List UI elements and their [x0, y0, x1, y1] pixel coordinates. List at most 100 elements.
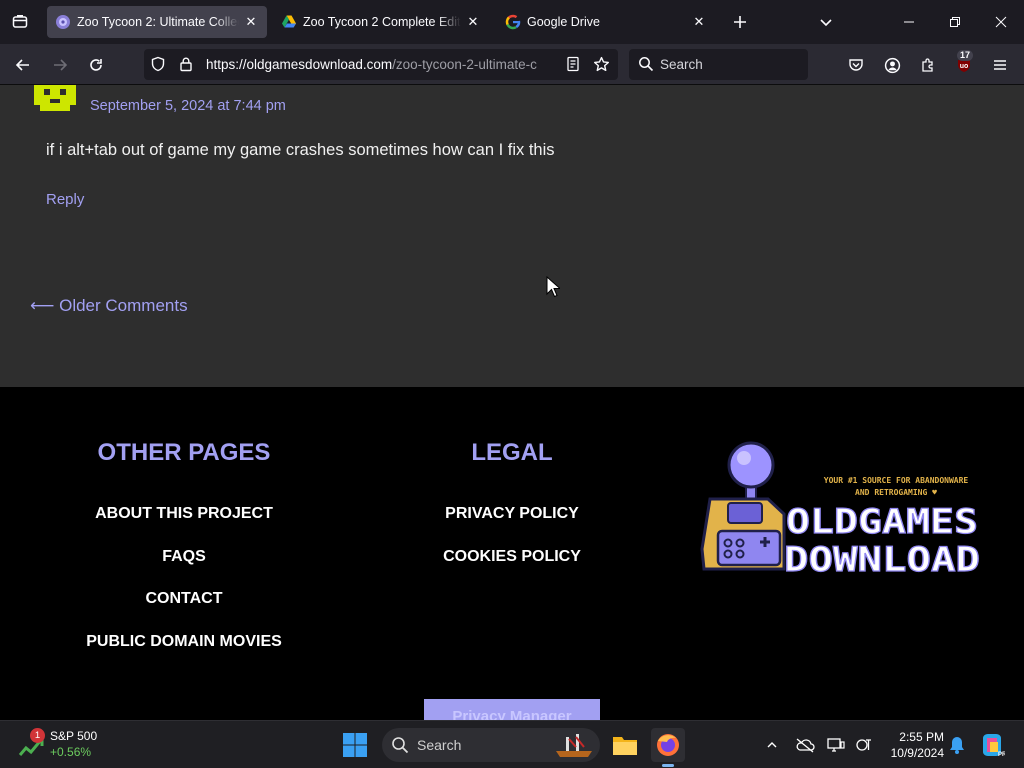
other-pages-heading: OTHER PAGES	[97, 439, 271, 466]
pocket-icon	[849, 59, 863, 71]
comment-body: if i alt+tab out of game my game crashes…	[46, 141, 555, 159]
about-link[interactable]: ABOUT THIS PROJECT	[34, 505, 334, 523]
search-icon	[391, 736, 409, 759]
new-tab-button[interactable]	[728, 10, 752, 34]
tab-google-drive[interactable]: Google Drive ✕	[497, 6, 715, 38]
mouse-cursor-icon	[546, 275, 562, 303]
windows-taskbar: 1 S&P 500 +0.56% Search 2:55 PM 10/9/202…	[0, 720, 1024, 768]
url-path: /zoo-tycoon-2-ultimate-c	[392, 57, 537, 72]
search-highlight-icon	[552, 731, 596, 759]
close-tab-icon[interactable]: ✕	[465, 14, 481, 30]
tab-title: Google Drive	[527, 15, 600, 29]
clock-date: 10/9/2024	[890, 746, 944, 760]
chevron-down-icon	[820, 19, 832, 27]
google-drive-icon	[281, 14, 297, 30]
site-footer: OTHER PAGES ABOUT THIS PROJECT FAQS CONT…	[0, 387, 1024, 720]
close-tab-icon[interactable]: ✕	[691, 14, 707, 30]
reader-view-icon[interactable]	[565, 56, 581, 77]
reply-link[interactable]: Reply	[46, 191, 84, 208]
logo-word-download: DOWNLOAD	[784, 540, 980, 580]
address-bar[interactable]: https://oldgamesdownload.com/zoo-tycoon-…	[144, 49, 618, 80]
url-text[interactable]: https://oldgamesdownload.com/zoo-tycoon-…	[206, 57, 562, 72]
logo-word-oldgames: OLDGAMES	[786, 502, 978, 542]
close-window-button[interactable]	[987, 8, 1015, 36]
firefox-view-icon	[12, 15, 28, 28]
svg-text:PRE: PRE	[998, 752, 1005, 758]
start-button[interactable]	[341, 731, 369, 759]
firefox-icon	[657, 734, 679, 756]
taskbar-search-box[interactable]: Search	[382, 728, 600, 762]
onedrive-icon[interactable]	[793, 733, 817, 757]
navigation-toolbar: https://oldgamesdownload.com/zoo-tycoon-…	[0, 44, 1024, 85]
forward-button[interactable]	[47, 52, 73, 78]
file-explorer-button[interactable]	[608, 728, 642, 762]
reload-button[interactable]	[83, 52, 109, 78]
tab-strip: Zoo Tycoon 2: Ultimate Collect ✕ Zoo Tyc…	[0, 0, 1024, 44]
logo-tagline-line1: YOUR #1 SOURCE FOR ABANDONWARE	[824, 476, 969, 485]
oldgames-icon	[55, 14, 71, 30]
display-icon[interactable]	[824, 733, 848, 757]
list-all-tabs-button[interactable]	[814, 10, 838, 34]
restore-icon	[950, 17, 960, 27]
cookies-policy-link[interactable]: COOKIES POLICY	[362, 548, 662, 566]
pocket-button[interactable]	[843, 52, 869, 78]
tab-zoo-tycoon-ultimate[interactable]: Zoo Tycoon 2: Ultimate Collect ✕	[47, 6, 267, 38]
older-comments-link[interactable]: ⟵ Older Comments	[30, 296, 188, 316]
search-bar[interactable]: Search	[629, 49, 808, 80]
windows-logo-icon	[343, 733, 367, 757]
puzzle-icon	[922, 58, 933, 72]
lock-icon[interactable]	[178, 56, 194, 77]
close-tab-icon[interactable]: ✕	[243, 14, 259, 30]
close-icon	[995, 16, 1007, 28]
arrow-left-icon	[15, 59, 29, 71]
privacy-policy-link[interactable]: PRIVACY POLICY	[362, 505, 662, 523]
tab-title: Zoo Tycoon 2 Complete Edition	[303, 15, 461, 29]
arrow-right-icon	[54, 59, 68, 71]
oldgamesdownload-logo[interactable]: YOUR #1 SOURCE FOR ABANDONWARE AND RETRO…	[698, 439, 988, 581]
copilot-icon[interactable]: PRE	[978, 731, 1006, 759]
comment-date-link[interactable]: September 5, 2024 at 7:44 pm	[90, 98, 286, 114]
plus-icon	[734, 16, 746, 28]
active-app-indicator	[662, 764, 674, 767]
bookmark-star-icon[interactable]	[593, 56, 610, 78]
reload-icon	[90, 59, 102, 71]
taskbar-search-placeholder: Search	[417, 737, 462, 753]
tab-title: Zoo Tycoon 2: Ultimate Collect	[77, 15, 239, 29]
public-domain-movies-link[interactable]: PUBLIC DOMAIN MOVIES	[34, 633, 334, 651]
account-button[interactable]	[879, 52, 905, 78]
account-icon	[884, 57, 900, 73]
commenter-avatar	[34, 85, 76, 111]
tab-zoo-tycoon-complete[interactable]: Zoo Tycoon 2 Complete Edition ✕	[273, 6, 489, 38]
search-placeholder: Search	[660, 57, 703, 72]
app-menu-button[interactable]	[987, 52, 1013, 78]
tracking-protection-shield-icon[interactable]	[150, 56, 166, 77]
restore-button[interactable]	[941, 8, 969, 36]
system-clock[interactable]: 2:55 PM 10/9/2024	[884, 729, 944, 761]
minimize-icon	[904, 21, 914, 23]
show-hidden-icons-button[interactable]	[760, 733, 784, 757]
chevron-up-icon	[767, 742, 777, 748]
legal-heading: LEGAL	[471, 439, 553, 466]
hamburger-menu-icon	[994, 60, 1006, 70]
widget-stock-name: S&P 500	[50, 729, 98, 743]
faqs-link[interactable]: FAQS	[34, 548, 334, 566]
firefox-taskbar-button[interactable]	[651, 728, 685, 762]
logo-tagline-line2: AND RETROGAMING ♥	[855, 488, 937, 497]
extensions-button[interactable]	[915, 52, 941, 78]
notification-bell-icon[interactable]	[945, 733, 969, 757]
svg-text:uo: uo	[960, 63, 969, 70]
google-icon	[505, 14, 521, 30]
minimize-button[interactable]	[895, 8, 923, 36]
privacy-manager-button[interactable]: Privacy Manager	[424, 699, 600, 720]
contact-link[interactable]: CONTACT	[34, 590, 334, 608]
comments-section: September 5, 2024 at 7:44 pm if i alt+ta…	[0, 85, 1024, 387]
firefox-view-button[interactable]	[8, 10, 32, 34]
search-icon	[638, 56, 654, 77]
url-host: https://oldgamesdownload.com	[206, 57, 393, 72]
stock-widget[interactable]: 1 S&P 500 +0.56%	[18, 728, 118, 761]
folder-icon	[613, 737, 637, 755]
network-volume-icon[interactable]	[852, 733, 876, 757]
web-page: September 5, 2024 at 7:44 pm if i alt+ta…	[0, 85, 1024, 720]
back-button[interactable]	[10, 52, 36, 78]
extension-badge-count: 17	[957, 50, 974, 61]
